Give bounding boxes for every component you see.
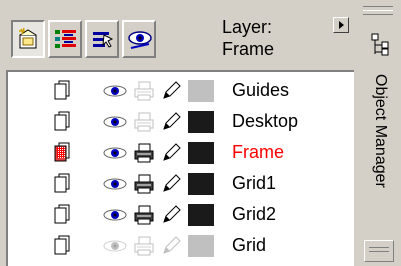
visibility-eye-icon[interactable] xyxy=(102,236,128,266)
layer-color-swatch[interactable] xyxy=(188,142,214,164)
layer-color-swatch[interactable] xyxy=(188,235,214,257)
docker-grip-line xyxy=(363,14,393,15)
layer-color-swatch[interactable] xyxy=(188,80,214,102)
layer-row[interactable]: Grid1 xyxy=(8,168,354,199)
object-manager-tab-label[interactable]: Object Manager xyxy=(370,74,390,188)
layer-list[interactable]: Guides Desktop Frame Grid1 Grid2 Grid xyxy=(6,70,354,266)
layer-row[interactable]: Grid xyxy=(8,230,354,261)
printer-icon[interactable] xyxy=(132,235,156,266)
docker-grip-line xyxy=(363,10,393,11)
object-manager-tab-icon[interactable] xyxy=(370,32,392,58)
object-manager-toolbar: Layer: Frame xyxy=(0,0,350,70)
layer-color-swatch[interactable] xyxy=(188,111,214,133)
layer-name[interactable]: Grid xyxy=(232,234,266,256)
layer-manager-view-button[interactable] xyxy=(85,20,119,58)
docker-side-tab: Object Manager xyxy=(358,0,401,266)
layer-name[interactable]: Guides xyxy=(232,79,289,101)
layer-color-swatch[interactable] xyxy=(188,173,214,195)
docker-grip-line[interactable] xyxy=(363,6,393,7)
layer-name[interactable]: Grid2 xyxy=(232,203,276,225)
layer-color-swatch[interactable] xyxy=(188,204,214,226)
layer-row[interactable]: Guides xyxy=(8,75,354,106)
layer-page-icon[interactable] xyxy=(52,234,72,265)
layer-row[interactable]: Desktop xyxy=(8,106,354,137)
new-layer-button[interactable] xyxy=(11,20,45,58)
current-layer-caption: Layer: xyxy=(222,17,273,37)
layer-row[interactable]: Grid2 xyxy=(8,199,354,230)
new-layer-icon xyxy=(19,27,37,49)
layer-list-icon xyxy=(55,30,76,48)
docker-tab-button[interactable] xyxy=(364,240,394,262)
edit-across-layers-button[interactable] xyxy=(122,20,156,58)
layer-name[interactable]: Desktop xyxy=(232,110,298,132)
layer-name[interactable]: Frame xyxy=(232,141,284,163)
layer-row[interactable]: Frame xyxy=(8,137,354,168)
edit-across-layers-icon xyxy=(128,31,152,49)
current-layer-name: Frame xyxy=(222,39,275,59)
current-layer-label: Layer: Frame xyxy=(222,16,274,60)
layer-name[interactable]: Grid1 xyxy=(232,172,276,194)
edit-pencil-icon[interactable] xyxy=(160,235,182,266)
flyout-menu-button[interactable] xyxy=(333,17,349,33)
layer-manager-view-icon xyxy=(93,32,114,48)
flyout-arrow-icon xyxy=(339,21,344,29)
layer-list-button[interactable] xyxy=(48,20,82,58)
object-manager-panel: Layer: Frame Guides Desktop Frame Grid1 … xyxy=(0,0,401,266)
